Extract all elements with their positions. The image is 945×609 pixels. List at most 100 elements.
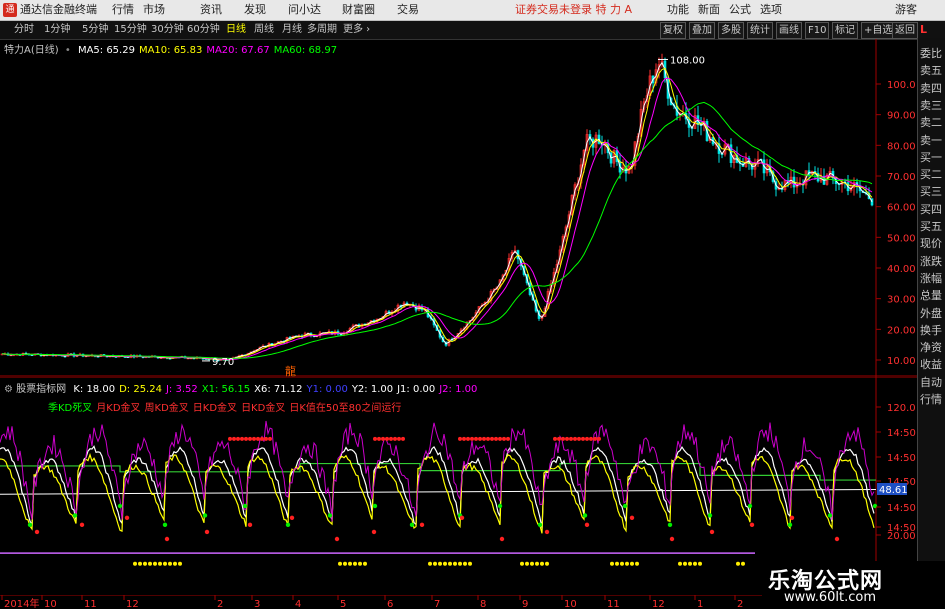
price-chart[interactable]: 100.0 90.00 80.00 70.00 60.00 50.00 40.00 30.00… bbox=[0, 39, 917, 377]
login-status[interactable]: 证券交易未登录 特 力 A bbox=[515, 3, 632, 17]
sidebar-item-19[interactable]: 自动 bbox=[920, 376, 942, 390]
signal-dot-red bbox=[377, 436, 381, 441]
tool-mark[interactable]: 标记 bbox=[832, 22, 858, 39]
sidebar-item-18[interactable]: 收益 bbox=[920, 358, 942, 372]
sidebar-item-6[interactable]: 买一 bbox=[920, 151, 942, 165]
signal-dot-yellow bbox=[363, 561, 367, 566]
signal-dot-yellow bbox=[683, 561, 687, 566]
signal-dot-red bbox=[462, 436, 466, 441]
sidebar-item-0[interactable]: 委比 bbox=[920, 47, 942, 61]
menu-exchange[interactable]: 市场 bbox=[143, 3, 165, 17]
price-header-dot: • bbox=[64, 45, 71, 56]
signal-dot-red bbox=[749, 522, 755, 528]
signal-dot-green bbox=[327, 513, 333, 518]
signal-dot-red bbox=[232, 436, 236, 441]
menu-news[interactable]: 资讯 bbox=[200, 3, 222, 17]
signal-dot-green bbox=[202, 513, 208, 518]
signal-dot-yellow bbox=[358, 561, 362, 566]
menu-trade[interactable]: 交易 bbox=[397, 3, 419, 17]
sidebar-item-2[interactable]: 卖四 bbox=[920, 82, 942, 96]
sidebar-item-1[interactable]: 卖五 bbox=[920, 64, 942, 78]
period-more[interactable]: 更多 › bbox=[343, 23, 370, 37]
indicator-name[interactable]: 股票指标网 bbox=[16, 384, 66, 395]
date-label: 11 bbox=[607, 599, 620, 609]
signal-dot-yellow bbox=[630, 561, 634, 566]
signal-dot-yellow bbox=[163, 561, 167, 566]
tool-back[interactable]: 返回 bbox=[892, 22, 918, 39]
signal-dot-yellow bbox=[428, 561, 432, 566]
signal-dot-yellow bbox=[468, 561, 472, 566]
date-label: 2 bbox=[737, 599, 743, 609]
sidebar-item-14[interactable]: 总量 bbox=[920, 289, 942, 303]
price-ytick-label: 50.00 bbox=[887, 233, 916, 244]
sidebar-item-13[interactable]: 涨幅 bbox=[920, 272, 942, 286]
tool-adjust[interactable]: 复权 bbox=[660, 22, 686, 39]
signal-dot-red bbox=[502, 436, 506, 441]
tool-formula[interactable]: 公式 bbox=[729, 3, 751, 17]
tool-multi-stock[interactable]: 多股 bbox=[718, 22, 744, 39]
menu-market[interactable]: 行情 bbox=[112, 3, 134, 17]
stock-name[interactable]: 特力A(日线) bbox=[4, 45, 59, 56]
sidebar-item-3[interactable]: 卖三 bbox=[920, 99, 942, 113]
sidebar-item-4[interactable]: 卖二 bbox=[920, 116, 942, 130]
period-daily[interactable]: 日线 bbox=[226, 23, 246, 37]
price-ytick-label: 10.00 bbox=[887, 356, 916, 367]
period-weekly[interactable]: 周线 bbox=[254, 23, 274, 37]
sidebar-item-12[interactable]: 涨跌 bbox=[920, 255, 942, 269]
sidebar-item-8[interactable]: 买三 bbox=[920, 185, 942, 199]
period-multi[interactable]: 多周期 bbox=[307, 23, 337, 37]
indicator-value-4: X6: 71.12 bbox=[254, 384, 303, 395]
menu-ask[interactable]: 问小达 bbox=[288, 3, 321, 17]
watermark: 乐淘公式网 www.60lt.com bbox=[762, 561, 945, 609]
sidebar-item-10[interactable]: 买五 bbox=[920, 220, 942, 234]
signal-dot-red bbox=[334, 536, 340, 542]
sidebar-item-5[interactable]: 卖一 bbox=[920, 134, 942, 148]
tool-function[interactable]: 功能 bbox=[667, 3, 689, 17]
settings-gear-icon[interactable]: ⚙ bbox=[4, 384, 13, 395]
tool-stats[interactable]: 统计 bbox=[747, 22, 773, 39]
signal-dot-green bbox=[162, 522, 168, 528]
signal-dot-yellow bbox=[353, 561, 357, 566]
indicator-header: ⚙ 股票指标网 K: 18.00 D: 25.24 J: 3.52 X1: 56.15… bbox=[4, 380, 477, 395]
ma-label-1: MA10: 65.83 bbox=[138, 45, 203, 56]
tool-add-favorite[interactable]: +自选 bbox=[861, 22, 896, 39]
signal-dot-yellow bbox=[625, 561, 629, 566]
sidebar-item-7[interactable]: 买二 bbox=[920, 168, 942, 182]
signal-dot-red bbox=[834, 536, 840, 542]
tool-f10[interactable]: F10 bbox=[805, 22, 830, 39]
menu-wealth-circle[interactable]: 财富圈 bbox=[342, 3, 375, 17]
signal-dot-yellow bbox=[433, 561, 437, 566]
period-30min[interactable]: 30分钟 bbox=[151, 23, 184, 37]
signal-dot-green bbox=[497, 503, 503, 509]
low-price-label: 9.70 bbox=[212, 357, 234, 368]
sidebar-item-16[interactable]: 换手 bbox=[920, 324, 942, 338]
sidebar-item-20[interactable]: 行情 bbox=[920, 393, 942, 407]
date-label: 9 bbox=[522, 599, 528, 609]
period-timeshare[interactable]: 分时 bbox=[14, 23, 34, 37]
date-label: 6 bbox=[387, 599, 393, 609]
sidebar-item-9[interactable]: 买四 bbox=[920, 203, 942, 217]
period-60min[interactable]: 60分钟 bbox=[187, 23, 220, 37]
signal-dot-red bbox=[389, 436, 393, 441]
period-monthly[interactable]: 月线 bbox=[282, 23, 302, 37]
sidebar-item-11[interactable]: 现价 bbox=[920, 237, 942, 251]
signal-dot-red bbox=[401, 436, 405, 441]
date-label: 7 bbox=[434, 599, 440, 609]
menu-discover[interactable]: 发现 bbox=[244, 3, 266, 17]
tool-overlay[interactable]: 叠加 bbox=[689, 22, 715, 39]
period-15min[interactable]: 15分钟 bbox=[114, 23, 147, 37]
sidebar-item-17[interactable]: 净资 bbox=[920, 341, 942, 355]
tool-draw[interactable]: 画线 bbox=[776, 22, 802, 39]
period-5min[interactable]: 5分钟 bbox=[82, 23, 108, 37]
signal-dot-green bbox=[285, 522, 291, 528]
tool-options[interactable]: 选项 bbox=[760, 3, 782, 17]
signal-dot-yellow bbox=[153, 561, 157, 566]
tool-new-page[interactable]: 新面 bbox=[698, 3, 720, 17]
signal-dot-red bbox=[589, 436, 593, 441]
indicator-legend: 季KD死叉 月KD金叉 周KD金叉 日KD金叉 日KD金叉 日K值在50至80之间运行 bbox=[44, 399, 401, 414]
date-label: 2014年 bbox=[4, 597, 39, 609]
sidebar-item-15[interactable]: 外盘 bbox=[920, 307, 942, 321]
guest-label[interactable]: 游客 bbox=[895, 3, 917, 17]
period-1min[interactable]: 1分钟 bbox=[44, 23, 70, 37]
signal-dot-yellow bbox=[635, 561, 639, 566]
